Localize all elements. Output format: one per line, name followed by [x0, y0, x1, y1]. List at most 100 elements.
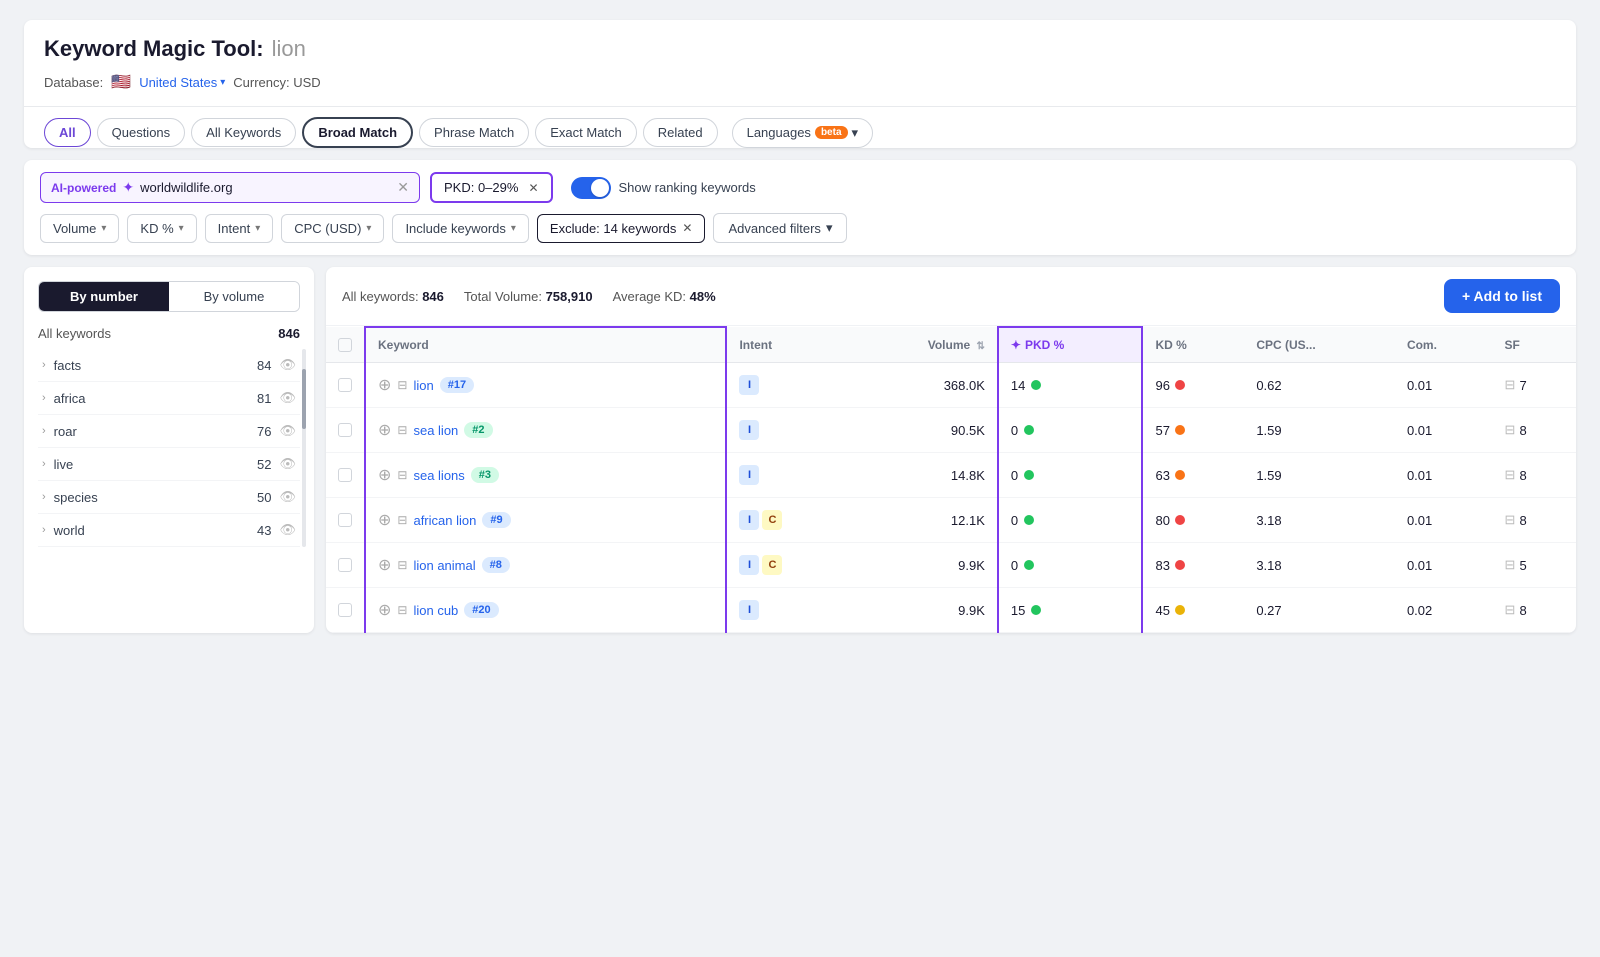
eye-icon[interactable]: 👁	[279, 357, 296, 373]
include-keywords-btn[interactable]: Include keywords ▾	[392, 214, 528, 243]
intent-chevron-icon: ▾	[255, 223, 260, 234]
kd-dot	[1175, 470, 1185, 480]
eye-icon[interactable]: 👁	[279, 456, 296, 472]
th-intent[interactable]: Intent	[726, 327, 849, 363]
stats-keywords-count: 846	[422, 289, 444, 304]
show-ranking-toggle[interactable]	[571, 177, 611, 199]
advanced-filters-btn[interactable]: Advanced filters ▾	[713, 213, 847, 243]
tab-languages[interactable]: Languages beta ▾	[732, 118, 873, 148]
database-country-link[interactable]: United States ▾	[139, 75, 225, 90]
stats-kd-value: 48%	[690, 289, 716, 304]
row-checkbox[interactable]	[338, 468, 352, 482]
intent-filter-btn[interactable]: Intent ▾	[205, 214, 274, 243]
keyword-cell: ⊕ ⊟ sea lions #3	[378, 465, 713, 485]
keyword-expand-icon[interactable]: ⊕	[378, 555, 391, 575]
pkd-value: 14	[1011, 378, 1025, 393]
advanced-chevron-icon: ▾	[826, 220, 833, 236]
exclude-keywords-btn[interactable]: Exclude: 14 keywords ✕	[537, 214, 706, 243]
th-kd[interactable]: KD %	[1142, 327, 1244, 363]
data-table: Keyword Intent Volume ⇅ ✦ PKD %	[326, 326, 1576, 633]
sort-toggle-group: By number By volume	[38, 281, 300, 312]
intent-badge: I	[739, 420, 759, 440]
sf-icon[interactable]: ⊟	[1505, 602, 1516, 618]
th-sf[interactable]: SF	[1493, 327, 1576, 363]
eye-icon[interactable]: 👁	[279, 489, 296, 505]
sidebar-item-world[interactable]: › world 43 👁	[38, 514, 300, 547]
sidebar-item-count: 84	[257, 358, 271, 373]
keyword-expand-icon[interactable]: ⊕	[378, 420, 391, 440]
th-pkd[interactable]: ✦ PKD %	[998, 327, 1143, 363]
kd-value: 96	[1155, 378, 1169, 393]
th-keyword: Keyword	[365, 327, 726, 363]
sf-value: 8	[1519, 423, 1526, 438]
table-row: ⊕ ⊟ african lion #9 IC12.1K 0 80 3.180.0…	[326, 498, 1576, 543]
intent-badge: C	[762, 510, 782, 530]
sidebar-item-chevron: ›	[42, 425, 46, 437]
keyword-expand-icon[interactable]: ⊕	[378, 600, 391, 620]
keyword-expand-icon[interactable]: ⊕	[378, 375, 391, 395]
eye-icon[interactable]: 👁	[279, 390, 296, 406]
page-title-keyword: lion	[272, 36, 306, 62]
sidebar-item-africa[interactable]: › africa 81 👁	[38, 382, 300, 415]
keyword-expand-icon[interactable]: ⊕	[378, 510, 391, 530]
tab-all-keywords[interactable]: All Keywords	[191, 118, 296, 147]
sort-by-number-btn[interactable]: By number	[39, 282, 169, 311]
row-checkbox[interactable]	[338, 558, 352, 572]
content-area: By number By volume All keywords 846 › f…	[24, 267, 1576, 633]
ai-clear-icon[interactable]: ✕	[397, 179, 409, 196]
keyword-link[interactable]: lion cub	[413, 603, 458, 618]
keyword-link[interactable]: african lion	[413, 513, 476, 528]
sidebar-item-live[interactable]: › live 52 👁	[38, 448, 300, 481]
cpc-filter-btn[interactable]: CPC (USD) ▾	[281, 214, 384, 243]
sf-cell: ⊟ 8	[1505, 467, 1564, 483]
sidebar-item-species[interactable]: › species 50 👁	[38, 481, 300, 514]
keyword-link[interactable]: sea lions	[413, 468, 464, 483]
sf-icon[interactable]: ⊟	[1505, 467, 1516, 483]
sf-icon[interactable]: ⊟	[1505, 512, 1516, 528]
scrollbar-thumb[interactable]	[302, 369, 306, 429]
th-com[interactable]: Com.	[1395, 327, 1493, 363]
row-checkbox[interactable]	[338, 513, 352, 527]
tab-broad-match[interactable]: Broad Match	[302, 117, 413, 148]
sidebar-item-roar[interactable]: › roar 76 👁	[38, 415, 300, 448]
keyword-link[interactable]: lion	[413, 378, 433, 393]
keyword-page-icon: ⊟	[397, 378, 407, 392]
kd-cell: 83	[1155, 558, 1232, 573]
sidebar-item-facts[interactable]: › facts 84 👁	[38, 349, 300, 382]
ai-powered-input[interactable]: AI-powered ✦ worldwildlife.org ✕	[40, 172, 420, 203]
sf-icon[interactable]: ⊟	[1505, 377, 1516, 393]
keyword-link[interactable]: sea lion	[413, 423, 458, 438]
sidebar-item-label: africa	[54, 391, 86, 406]
beta-badge: beta	[815, 126, 848, 139]
pkd-clear-icon[interactable]: ✕	[528, 181, 538, 195]
exclude-clear-icon[interactable]: ✕	[682, 221, 692, 235]
pkd-filter[interactable]: PKD: 0–29% ✕	[430, 172, 553, 203]
kd-dot	[1175, 380, 1185, 390]
keyword-expand-icon[interactable]: ⊕	[378, 465, 391, 485]
sf-icon[interactable]: ⊟	[1505, 557, 1516, 573]
tab-questions[interactable]: Questions	[97, 118, 186, 147]
th-cpc[interactable]: CPC (US...	[1244, 327, 1395, 363]
keyword-cell: ⊕ ⊟ african lion #9	[378, 510, 713, 530]
keyword-page-icon: ⊟	[397, 513, 407, 527]
table-row: ⊕ ⊟ lion #17 I368.0K 14 96 0.620.01 ⊟ 7	[326, 363, 1576, 408]
kd-dot	[1175, 605, 1185, 615]
row-checkbox[interactable]	[338, 603, 352, 617]
row-checkbox[interactable]	[338, 423, 352, 437]
eye-icon[interactable]: 👁	[279, 522, 296, 538]
row-checkbox[interactable]	[338, 378, 352, 392]
sort-by-volume-btn[interactable]: By volume	[169, 282, 299, 311]
sf-icon[interactable]: ⊟	[1505, 422, 1516, 438]
kd-filter-btn[interactable]: KD % ▾	[127, 214, 196, 243]
tab-exact-match[interactable]: Exact Match	[535, 118, 637, 147]
volume-filter-btn[interactable]: Volume ▾	[40, 214, 119, 243]
th-volume[interactable]: Volume ⇅	[849, 327, 998, 363]
select-all-checkbox[interactable]	[338, 338, 352, 352]
tab-phrase-match[interactable]: Phrase Match	[419, 118, 529, 147]
eye-icon[interactable]: 👁	[279, 423, 296, 439]
tab-all[interactable]: All	[44, 118, 91, 147]
tab-related[interactable]: Related	[643, 118, 718, 147]
keyword-link[interactable]: lion animal	[413, 558, 475, 573]
add-to-list-button[interactable]: + Add to list	[1444, 279, 1560, 313]
rank-badge: #3	[471, 467, 499, 483]
